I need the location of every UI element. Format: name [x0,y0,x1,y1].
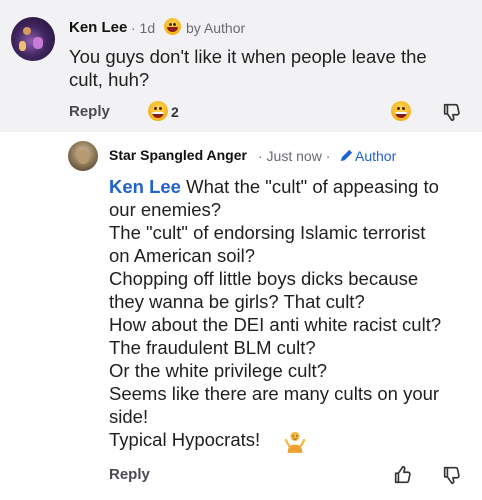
reply-button[interactable]: Reply [109,466,150,483]
comment-username[interactable]: Ken Lee [69,19,127,36]
comment-text: You guys don't like it when people leave… [69,45,427,91]
comment-text-line: You guys don't like it when people leave… [69,46,427,67]
grinning-face-icon [164,18,181,35]
reply-time: · Just now · [258,148,331,164]
author-reaction-label: by Author [186,20,246,36]
comment-ken-lee: Ken Lee · 1d by Author You guys don't li… [0,0,482,132]
reply-text-line: What the "cult" of appeasing to [186,176,439,197]
reply-text: Ken Lee What the "cult" of appeasing to … [109,175,441,451]
reply-text-line: our enemies? [109,199,222,220]
add-reaction-icon[interactable] [391,101,411,121]
reply-text-line: Or the white privilege cult? [109,360,327,381]
reply-text-line: Seems like there are many cults on your [109,383,440,404]
author-badge: Author [355,148,397,164]
mention-link[interactable]: Ken Lee [109,176,181,197]
reply-text-line: Typical Hypocrats! [109,429,261,450]
reply-text-line: on American soil? [109,245,256,266]
reply-text-line: they wanna be girls? That cult? [109,291,365,312]
thumbs-down-icon[interactable] [441,464,463,486]
avatar[interactable] [68,141,98,171]
thumbs-down-icon[interactable] [441,101,463,123]
reply-username[interactable]: Star Spangled Anger [109,147,247,163]
reply-text-line: Chopping off little boys dicks because [109,268,419,289]
pencil-icon [340,149,353,162]
reply-text-line: The "cult" of endorsing Islamic terroris… [109,222,426,243]
reply-text-line: The fraudulent BLM cult? [109,337,316,358]
reply-button[interactable]: Reply [69,103,110,120]
comment-text-line: cult, huh? [69,69,150,90]
reaction-count: 2 [171,104,179,120]
comment-time: · 1d [131,20,156,36]
grinning-face-icon[interactable] [148,101,168,121]
thumbs-up-icon[interactable] [392,464,414,486]
reply-text-line: How about the DEI anti white racist cult… [109,314,442,335]
person-shrugging-icon [284,431,306,453]
reply-text-line: side! [109,406,149,427]
avatar[interactable] [11,17,55,61]
